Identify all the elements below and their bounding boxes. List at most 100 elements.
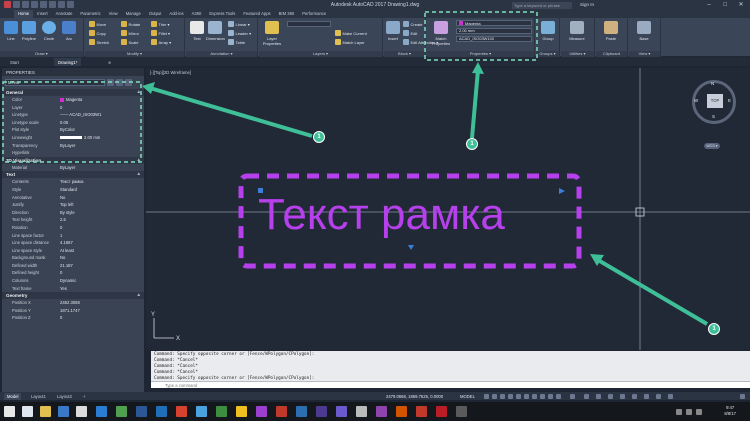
ribbon-tab-add-ins[interactable]: Add-ins: [165, 10, 187, 18]
property-value[interactable]: ByLayer: [60, 142, 144, 150]
coordinates-readout[interactable]: 2479.0668, 1869.7525, 0.0000: [386, 394, 443, 399]
property-value[interactable]: 2452.3068: [60, 299, 144, 307]
ribbon-tab-insert[interactable]: Insert: [33, 10, 51, 18]
object-snap-icon[interactable]: [540, 393, 545, 399]
property-row-contents[interactable]: Contents Текст рамка: [2, 178, 144, 186]
fillet-tool[interactable]: Fillet ▾: [151, 30, 170, 36]
ribbon-tab-output[interactable]: Output: [145, 10, 166, 18]
stretch-tool[interactable]: Stretch: [89, 39, 109, 45]
property-row-direction[interactable]: Direction By style: [2, 209, 144, 217]
property-value[interactable]: 4.1667: [60, 239, 144, 247]
property-value[interactable]: At least: [60, 247, 144, 255]
property-value[interactable]: 0: [60, 314, 144, 322]
start-tab[interactable]: Start: [6, 58, 23, 66]
property-row-defined-height[interactable]: Defined height 0: [2, 269, 144, 277]
property-value[interactable]: Standard: [60, 186, 144, 194]
property-row-justify[interactable]: Justify Top left: [2, 201, 144, 209]
property-row-linetype-scale[interactable]: Linetype scale 0.05: [2, 119, 144, 127]
property-row-line-space-style[interactable]: Line space style At least: [2, 247, 144, 255]
dimension-tool[interactable]: Dimension: [206, 21, 225, 41]
property-row-defined-width[interactable]: Defined width 21.187: [2, 262, 144, 270]
layout2-tab[interactable]: Layout2: [54, 393, 75, 400]
insert-block-tool[interactable]: Insert: [384, 21, 402, 41]
word-icon[interactable]: [136, 406, 147, 417]
ribbon-tab-parametric[interactable]: Parametric: [76, 10, 104, 18]
object-snap-tracking-icon[interactable]: [532, 393, 537, 399]
property-row-annotative[interactable]: Annotative No: [2, 194, 144, 202]
move-tool[interactable]: Move: [89, 21, 106, 27]
ortho-icon[interactable]: [508, 393, 513, 399]
property-row-lineweight[interactable]: Lineweight 2.00 mm: [2, 134, 144, 142]
arc-tool[interactable]: Arc: [60, 21, 78, 41]
mirror-tool[interactable]: Mirror: [121, 30, 139, 36]
quick-properties-icon[interactable]: [620, 393, 625, 399]
property-row-rotation[interactable]: Rotation 0: [2, 224, 144, 232]
minimize-button[interactable]: –: [704, 1, 714, 9]
layout1-tab[interactable]: Layout1: [28, 393, 49, 400]
ribbon-tab-express-tools[interactable]: Express Tools: [205, 10, 239, 18]
quick-select-icon[interactable]: [125, 79, 132, 86]
property-value[interactable]: By style: [60, 209, 144, 217]
infer-constraints-icon[interactable]: [500, 393, 505, 399]
property-row-color[interactable]: Color Magenta: [2, 96, 144, 104]
lineweight-dropdown[interactable]: 2.00 mm: [456, 28, 532, 34]
transparency-icon[interactable]: [556, 393, 561, 399]
leader-tool[interactable]: Leader ▾: [228, 30, 251, 36]
property-row-line-space-factor[interactable]: Line space factor 1: [2, 232, 144, 240]
property-row-background-mask[interactable]: Background mask No: [2, 254, 144, 262]
clean-screen-icon[interactable]: [668, 393, 673, 399]
workspace-gear-icon[interactable]: [584, 393, 589, 399]
property-row-plot-style[interactable]: Plot style ByColor: [2, 126, 144, 134]
layer-dropdown[interactable]: [287, 21, 331, 27]
ribbon-tab-annotate[interactable]: Annotate: [52, 10, 77, 18]
store-icon[interactable]: [76, 406, 87, 417]
isometric-icon[interactable]: [524, 393, 529, 399]
ribbon-tab-performance[interactable]: Performance: [298, 10, 330, 18]
settings-icon[interactable]: [356, 406, 367, 417]
network-icon[interactable]: [676, 409, 682, 415]
start-button-icon[interactable]: [4, 406, 15, 417]
wcs-menu[interactable]: WCS ▾: [704, 143, 720, 149]
system-clock[interactable]: 9:47 8/8/17: [724, 405, 736, 417]
array-tool[interactable]: Array ▾: [151, 39, 171, 45]
make-current-tool[interactable]: Make Current: [335, 30, 367, 36]
property-row-text-height[interactable]: Text height 2.5: [2, 216, 144, 224]
group-tool[interactable]: Group: [539, 21, 557, 41]
general-section-header[interactable]: General ▴: [2, 89, 144, 96]
annotation-monitor-icon[interactable]: [596, 393, 601, 399]
property-row-position-x[interactable]: Position X 2452.3068: [2, 299, 144, 307]
file-explorer-icon[interactable]: [40, 406, 51, 417]
property-row-material[interactable]: Material ByLayer: [2, 164, 144, 172]
media-player-icon[interactable]: [376, 406, 387, 417]
color-dropdown[interactable]: Magenta: [456, 20, 532, 26]
snap-icon[interactable]: [492, 393, 497, 399]
property-value[interactable]: No: [60, 254, 144, 262]
linear-tool[interactable]: Linear ▾: [228, 21, 250, 27]
visualization-section-header[interactable]: 3D Visualization ▴: [2, 156, 144, 164]
text-section-header[interactable]: Text ▴: [2, 171, 144, 179]
geometry-section-header[interactable]: Geometry ▴: [2, 292, 144, 300]
trim-tool[interactable]: Trim ▾: [151, 21, 169, 27]
indesign-icon[interactable]: [416, 406, 427, 417]
property-value[interactable]: ByLayer: [60, 164, 144, 172]
property-value[interactable]: 21.187: [60, 262, 144, 270]
layer-properties-tool[interactable]: Layer Properties: [261, 21, 283, 46]
customization-menu-icon[interactable]: [740, 393, 745, 399]
polyline-tool[interactable]: Polyline: [20, 21, 38, 41]
viewcube[interactable]: TOP N S E W: [692, 80, 736, 124]
property-row-position-y[interactable]: Position Y 1871.1747: [2, 307, 144, 315]
maximize-button[interactable]: □: [720, 1, 730, 9]
autocad-taskbar-icon[interactable]: [436, 406, 447, 417]
model-space-button[interactable]: MODEL: [460, 394, 475, 399]
edit-block-tool[interactable]: Edit: [403, 30, 417, 36]
hardware-acceleration-icon[interactable]: [656, 393, 661, 399]
match-layer-tool[interactable]: Match Layer: [335, 39, 365, 45]
search-input[interactable]: Type a keyword or phrase: [512, 1, 572, 9]
lock-ui-icon[interactable]: [632, 393, 637, 399]
match-properties-tool[interactable]: Match Properties: [430, 21, 452, 46]
illustrator-icon[interactable]: [396, 406, 407, 417]
property-row-columns[interactable]: Columns Dynamic: [2, 277, 144, 285]
property-row-text-frame[interactable]: Text frame Yes: [2, 285, 144, 293]
language-icon[interactable]: [696, 409, 702, 415]
paste-tool[interactable]: Paste: [602, 21, 620, 41]
